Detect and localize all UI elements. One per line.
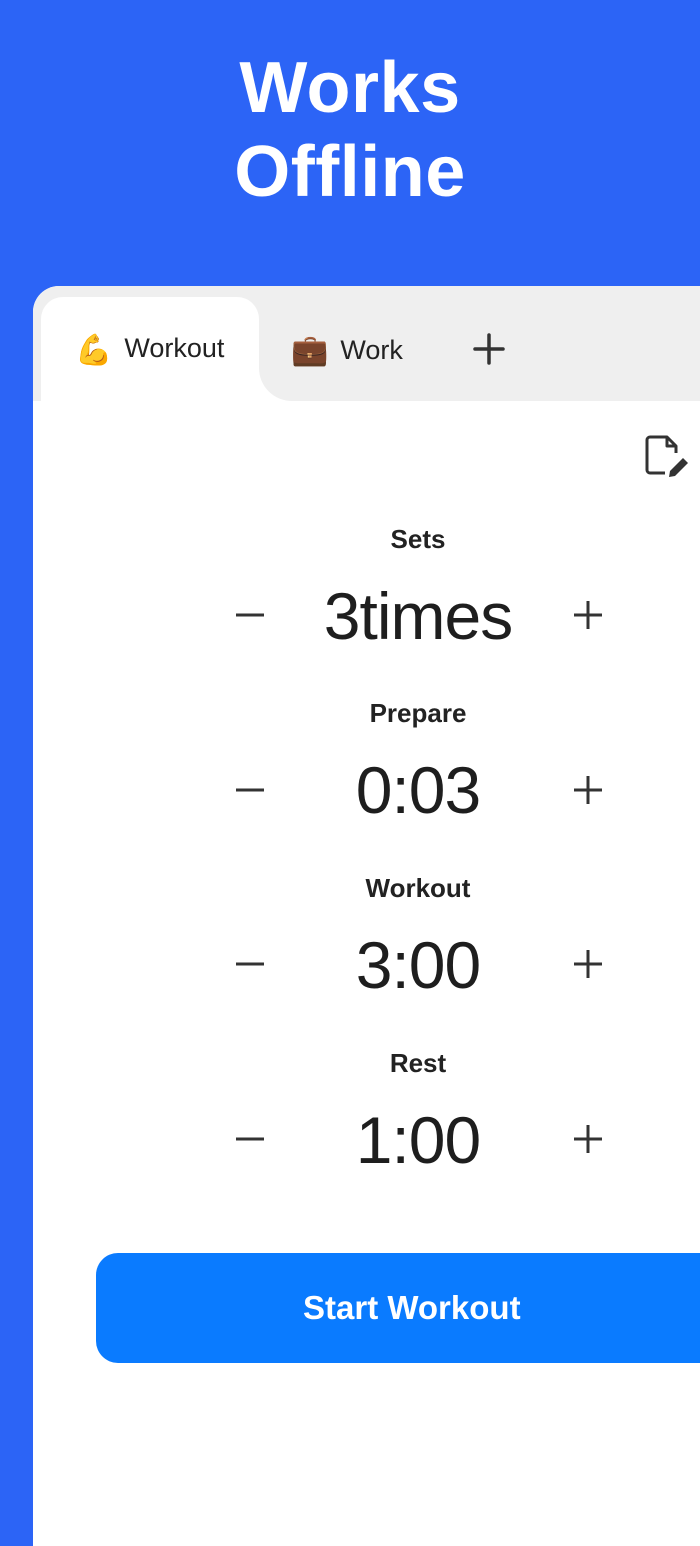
rest-decrement-button[interactable] — [222, 1111, 278, 1167]
headline-line-1: Works — [239, 48, 461, 128]
workout-label: Workout — [365, 873, 471, 903]
flexed-biceps-icon: 💪 — [75, 333, 113, 368]
workout-increment-button[interactable] — [560, 936, 616, 992]
tab-workout[interactable]: 💪 Workout — [41, 297, 259, 412]
sets-value: 3times — [323, 579, 513, 653]
sets-increment-button[interactable] — [560, 587, 616, 643]
headline: Works Offline — [0, 46, 700, 214]
minus-icon — [236, 962, 264, 966]
prepare-increment-button[interactable] — [560, 762, 616, 818]
prepare-decrement-button[interactable] — [222, 762, 278, 818]
minus-icon — [236, 788, 264, 792]
add-tab-button[interactable] — [469, 326, 509, 372]
plus-icon — [574, 1125, 602, 1153]
rest-increment-button[interactable] — [560, 1111, 616, 1167]
sets-decrement-button[interactable] — [222, 587, 278, 643]
rest-label: Rest — [389, 1048, 447, 1078]
plus-icon — [574, 950, 602, 978]
tab-work[interactable]: 💼 Work — [291, 332, 403, 368]
rest-value: 1:00 — [355, 1103, 481, 1177]
workout-decrement-button[interactable] — [222, 936, 278, 992]
workout-value: 3:00 — [355, 928, 481, 1002]
plus-icon — [574, 776, 602, 804]
prepare-value: 0:03 — [355, 753, 481, 827]
tab-workout-label: Workout — [124, 333, 225, 363]
timer-card: 💪 Workout 💼 Work Sets 3times Prepare 0:0… — [33, 286, 700, 1546]
plus-icon — [574, 601, 602, 629]
tab-curve — [259, 368, 319, 401]
tab-work-label: Work — [340, 334, 403, 365]
plus-icon — [473, 333, 505, 365]
minus-icon — [236, 613, 264, 617]
edit-button[interactable] — [643, 434, 691, 478]
headline-line-2: Offline — [234, 132, 466, 212]
briefcase-icon: 💼 — [291, 332, 329, 368]
sets-label: Sets — [390, 524, 446, 554]
edit-note-icon — [645, 435, 688, 477]
prepare-label: Prepare — [369, 698, 467, 728]
minus-icon — [236, 1137, 264, 1141]
start-workout-button[interactable]: Start Workout — [96, 1253, 700, 1363]
